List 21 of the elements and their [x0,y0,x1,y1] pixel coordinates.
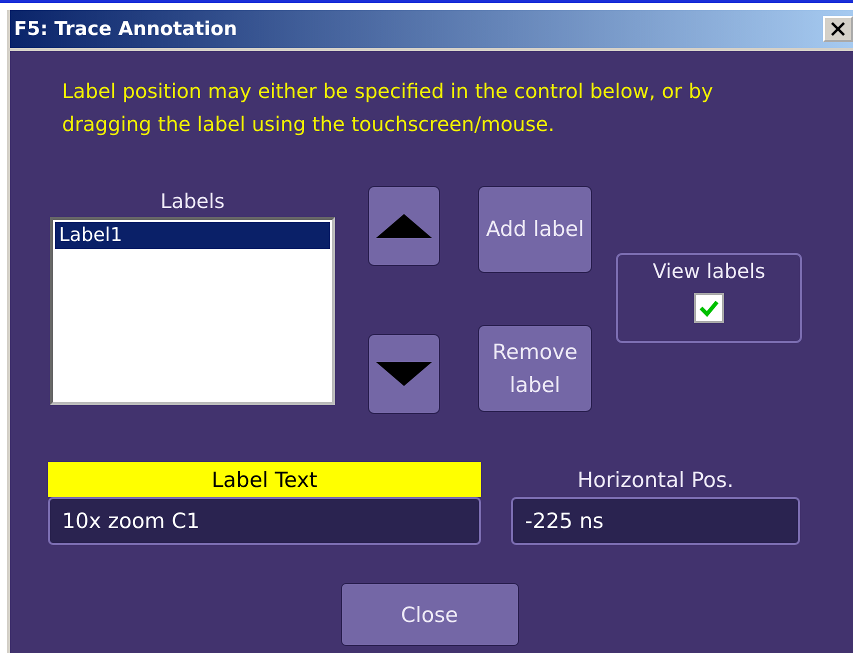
checkmark-icon [699,299,719,317]
action-button[interactable]: Add label [478,186,592,273]
labels-list[interactable]: Label1 [50,217,335,405]
move-up-button[interactable] [368,186,440,266]
down-triangle-icon [375,361,433,387]
field-label: Horizontal Pos. [576,466,735,494]
window-title: F5: Trace Annotation [14,18,238,40]
up-triangle-icon [375,213,433,239]
view-labels-checkbox[interactable] [694,293,724,323]
checkbox-label: View labels [652,259,766,283]
close-button[interactable] [823,16,853,42]
input-field[interactable]: 10x zoom C1 [48,497,481,545]
close-icon [830,22,846,36]
list-heading: Labels [160,189,225,213]
close-dialog-button[interactable]: Close [340,583,518,646]
instruction-text: Label position may either be specified in the control below, or by dragging the label using the touchscreen/mouse. [62,78,714,138]
list-item[interactable]: Label1 [55,222,330,249]
move-down-button[interactable] [368,334,440,414]
field-label: Label Text [48,462,481,497]
input-field[interactable]: -225 ns [511,497,800,545]
action-button[interactable]: Remove label [478,325,592,412]
